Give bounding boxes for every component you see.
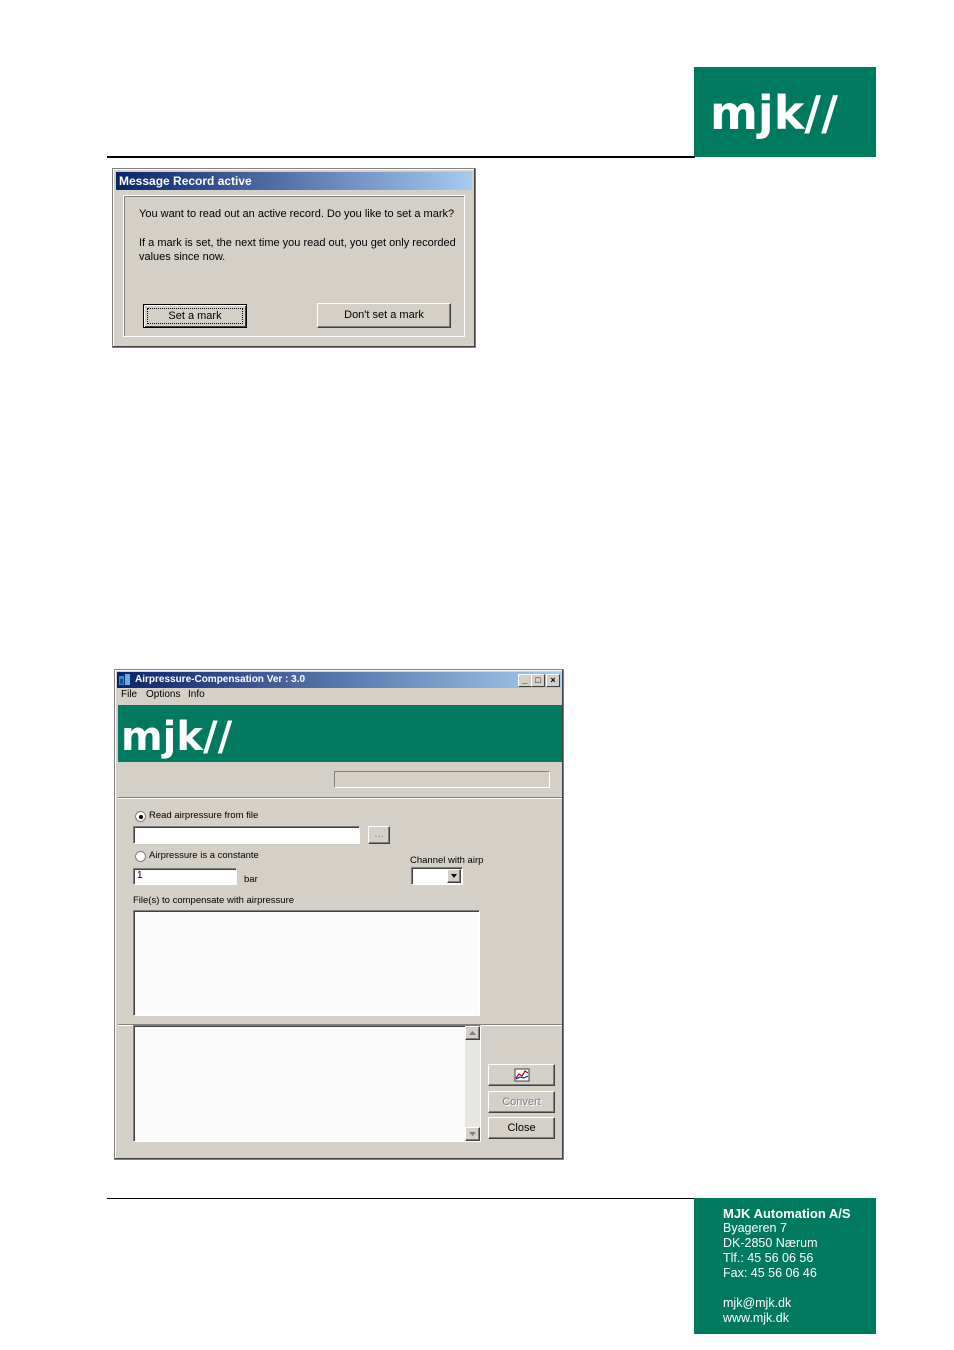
footer-rule bbox=[107, 1198, 695, 1199]
log-area[interactable] bbox=[133, 1025, 481, 1142]
logo-text: mjk// bbox=[710, 86, 838, 140]
scroll-down-button[interactable] bbox=[465, 1127, 480, 1141]
constant-input[interactable]: 1 bbox=[133, 868, 237, 885]
close-window-button[interactable]: × bbox=[546, 674, 560, 687]
email-link[interactable]: mjk@mjk.dk bbox=[723, 1296, 851, 1311]
menu-info[interactable]: Info bbox=[188, 689, 205, 700]
convert-button[interactable]: Convert bbox=[488, 1091, 555, 1113]
app-titlebar: Airpressure-Compensation Ver : 3.0 _ □ × bbox=[117, 672, 561, 688]
dialog-explanation: If a mark is set, the next time you read… bbox=[139, 237, 456, 263]
header-rule bbox=[107, 156, 695, 158]
read-from-file-label: Read airpressure from file bbox=[149, 810, 259, 821]
dialog-body: You want to read out an active record. D… bbox=[123, 195, 465, 337]
minimize-button[interactable]: _ bbox=[518, 674, 532, 687]
web-link[interactable]: www.mjk.dk bbox=[723, 1311, 851, 1326]
arrow-down-icon bbox=[469, 1132, 476, 1136]
dialog-question: You want to read out an active record. D… bbox=[139, 208, 455, 220]
airpressure-file-input[interactable] bbox=[133, 826, 360, 844]
company-name: MJK Automation A/S bbox=[723, 1206, 851, 1221]
scroll-up-button[interactable] bbox=[465, 1026, 480, 1040]
street: Byageren 7 bbox=[723, 1221, 787, 1235]
read-from-file-radio[interactable] bbox=[135, 811, 146, 822]
channel-dropdown-button[interactable] bbox=[447, 869, 461, 883]
fax: Fax: 45 56 06 46 bbox=[723, 1266, 817, 1280]
mjk-logo: mjk// bbox=[694, 67, 876, 157]
dont-set-mark-button[interactable]: Don't set a mark bbox=[317, 303, 451, 328]
app-banner: mjk// bbox=[118, 705, 562, 762]
channel-select[interactable] bbox=[411, 867, 463, 885]
minimize-icon: _ bbox=[522, 675, 528, 685]
browse-button[interactable]: ... bbox=[368, 826, 390, 844]
files-list[interactable] bbox=[133, 910, 480, 1016]
maximize-button[interactable]: □ bbox=[531, 674, 545, 687]
banner-logo: mjk// bbox=[121, 714, 233, 760]
app-title: Airpressure-Compensation Ver : 3.0 bbox=[135, 674, 306, 685]
set-mark-label: Set a mark bbox=[147, 308, 243, 324]
airpressure-compensation-window: Airpressure-Compensation Ver : 3.0 _ □ ×… bbox=[114, 669, 564, 1160]
banner-logo-text: mjk// bbox=[121, 714, 233, 760]
menu-file[interactable]: File bbox=[121, 689, 137, 700]
progress-bar bbox=[334, 771, 550, 788]
graph-icon bbox=[514, 1068, 529, 1082]
graph-button[interactable] bbox=[488, 1064, 555, 1086]
arrow-up-icon bbox=[469, 1031, 476, 1035]
chevron-down-icon bbox=[451, 874, 457, 878]
constant-label: Airpressure is a constante bbox=[149, 850, 259, 861]
constant-radio[interactable] bbox=[135, 851, 146, 862]
phone: Tlf.: 45 56 06 56 bbox=[723, 1251, 814, 1265]
menu-options[interactable]: Options bbox=[146, 689, 180, 700]
city: DK-2850 Nærum bbox=[723, 1236, 818, 1250]
close-icon: × bbox=[550, 675, 556, 685]
files-label: File(s) to compensate with airpressure bbox=[133, 895, 295, 906]
log-scrollbar[interactable] bbox=[465, 1026, 480, 1141]
close-button[interactable]: Close bbox=[488, 1117, 555, 1139]
mjk-logo-mark: mjk// bbox=[710, 86, 838, 140]
channel-label: Channel with airp bbox=[410, 855, 484, 866]
company-address-box: MJK Automation A/S Byageren 7 DK-2850 Næ… bbox=[694, 1198, 876, 1334]
app-icon bbox=[119, 674, 131, 686]
unit-label: bar bbox=[244, 874, 258, 885]
set-mark-button[interactable]: Set a mark bbox=[143, 304, 247, 328]
maximize-icon: □ bbox=[535, 675, 541, 685]
message-record-dialog: Message Record active You want to read o… bbox=[112, 168, 476, 348]
dialog-title: Message Record active bbox=[116, 172, 472, 190]
divider bbox=[118, 797, 562, 798]
